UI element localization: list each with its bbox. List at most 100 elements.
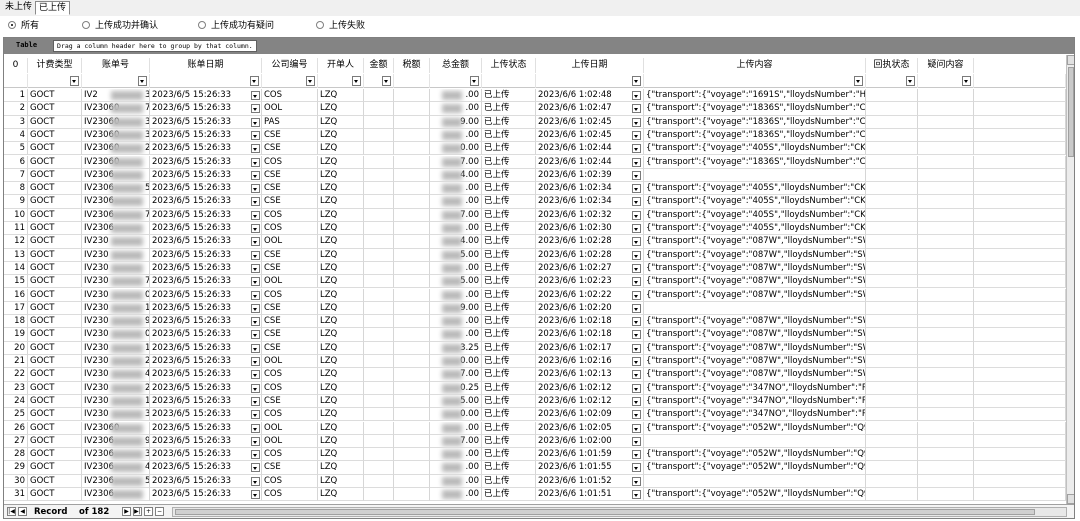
cell-empty[interactable]: [974, 195, 1066, 209]
cell-upload-date[interactable]: 2023/6/6 1:02:45: [536, 115, 644, 129]
cell-user[interactable]: LZQ: [318, 275, 364, 289]
table-row[interactable]: 17 GOCT IV230 1 2023/6/5 15:26:33 CSE LZQ 9.00 已…: [4, 301, 1066, 316]
cell-empty[interactable]: [974, 155, 1066, 169]
cell-total[interactable]: .00: [430, 195, 482, 209]
column-header[interactable]: 疑问内容: [918, 58, 974, 73]
column-header[interactable]: 金额: [364, 58, 394, 73]
cell-content[interactable]: {"transport":{"voyage":"052W","lloydsNum…: [644, 448, 866, 462]
cell-empty[interactable]: [974, 381, 1066, 395]
cell-total[interactable]: 9.00: [430, 301, 482, 316]
chevron-down-icon[interactable]: [306, 76, 315, 86]
cell-bill[interactable]: IV2306: [82, 195, 150, 209]
cell-empty[interactable]: [364, 394, 394, 409]
cell-empty[interactable]: [918, 208, 974, 222]
cell-company[interactable]: CSE: [251, 328, 318, 342]
filter-cell[interactable]: [364, 74, 394, 88]
cell-total[interactable]: 5.00: [430, 275, 482, 289]
cell-empty[interactable]: [974, 341, 1066, 355]
scroll-up-icon[interactable]: [1067, 55, 1074, 65]
cell-empty[interactable]: [918, 408, 974, 422]
chevron-down-icon[interactable]: [251, 290, 260, 300]
table-row[interactable]: 12 GOCT IV230 2023/6/5 15:26:33 OOL LZQ 4.00 已上…: [4, 235, 1066, 249]
cell-upload-date[interactable]: 2023/6/6 1:02:00: [536, 434, 644, 449]
cell-empty[interactable]: [866, 261, 918, 276]
cell-type[interactable]: GOCT: [28, 261, 82, 276]
cell-total[interactable]: 7.00: [430, 208, 482, 222]
cell-bill[interactable]: IV230 0: [82, 288, 150, 302]
cell-status[interactable]: 已上传: [482, 421, 536, 435]
cell-date[interactable]: 2023/6/5 15:26:33: [150, 208, 262, 222]
cell-company[interactable]: CSE: [251, 128, 318, 143]
cell-upload-date[interactable]: 2023/6/6 1:02:30: [536, 222, 644, 236]
cell-empty[interactable]: [918, 421, 974, 435]
cell-status[interactable]: 已上传: [482, 195, 536, 209]
add-record-icon[interactable]: +: [144, 507, 153, 516]
cell-type[interactable]: GOCT: [28, 448, 82, 462]
cell-empty[interactable]: [394, 155, 430, 169]
table-row[interactable]: 22 GOCT IV230 4 2023/6/5 15:26:33 COS LZQ 7.00 已…: [4, 368, 1066, 382]
cell-content[interactable]: {"transport":{"voyage":"405S","lloydsNum…: [644, 222, 866, 236]
cell-content[interactable]: [644, 434, 866, 449]
chevron-down-icon[interactable]: [632, 263, 641, 273]
cell-content[interactable]: {"transport":{"voyage":"405S","lloydsNum…: [644, 208, 866, 222]
tab-not-uploaded[interactable]: 未上传: [2, 1, 35, 15]
cell-upload-date[interactable]: 2023/6/6 1:02:22: [536, 288, 644, 302]
cell-upload-date[interactable]: 2023/6/6 1:02:45: [536, 128, 644, 143]
chevron-down-icon[interactable]: [251, 250, 260, 260]
cell-empty[interactable]: [364, 89, 394, 103]
cell-empty[interactable]: [364, 155, 394, 169]
cell-user[interactable]: LZQ: [318, 102, 364, 116]
cell-content[interactable]: {"transport":{"voyage":"087W","lloydsNum…: [644, 288, 866, 302]
cell-type[interactable]: GOCT: [28, 288, 82, 302]
cell-status[interactable]: 已上传: [482, 102, 536, 116]
filter-failed-radio[interactable]: 上传失败: [316, 19, 365, 33]
cell-content[interactable]: {"transport":{"voyage":"405S","lloydsNum…: [644, 142, 866, 156]
chevron-down-icon[interactable]: [250, 76, 259, 86]
table-row[interactable]: 27 GOCT IV2306 9 2023/6/5 15:26:33 OOL LZQ 7.00…: [4, 434, 1066, 449]
cell-empty[interactable]: [918, 261, 974, 276]
cell-status[interactable]: 已上传: [482, 288, 536, 302]
cell-bill[interactable]: IV230 2: [82, 355, 150, 369]
cell-empty[interactable]: [364, 142, 394, 156]
cell-empty[interactable]: [394, 408, 430, 422]
delete-record-icon[interactable]: −: [155, 507, 164, 516]
column-header[interactable]: 账单日期: [150, 58, 262, 73]
cell-total[interactable]: 9.00: [430, 115, 482, 129]
cell-empty[interactable]: [866, 115, 918, 129]
chevron-down-icon[interactable]: [632, 476, 641, 486]
cell-user[interactable]: LZQ: [318, 328, 364, 342]
cell-user[interactable]: LZQ: [318, 434, 364, 449]
table-row[interactable]: 2 GOCT IV23060 7 2023/6/5 15:26:33 OOL LZQ .00 已…: [4, 102, 1066, 116]
cell-empty[interactable]: [364, 408, 394, 422]
cell-content[interactable]: {"transport":{"voyage":"1691S","lloydsNu…: [644, 89, 866, 103]
cell-empty[interactable]: [866, 355, 918, 369]
column-header[interactable]: 公司编号: [262, 58, 318, 73]
cell-n[interactable]: 2: [4, 102, 28, 116]
cell-status[interactable]: 已上传: [482, 488, 536, 502]
cell-total[interactable]: 0.00: [430, 142, 482, 156]
column-header[interactable]: 上传内容: [644, 58, 866, 73]
cell-status[interactable]: 已上传: [482, 461, 536, 475]
cell-user[interactable]: LZQ: [318, 288, 364, 302]
cell-empty[interactable]: [866, 301, 918, 316]
cell-empty[interactable]: [394, 341, 430, 355]
cell-type[interactable]: GOCT: [28, 155, 82, 169]
cell-content[interactable]: {"transport":{"voyage":"087W","lloydsNum…: [644, 368, 866, 382]
table-row[interactable]: 8 GOCT IV2306 5 2023/6/5 15:26:33 CSE LZQ .00 已上…: [4, 182, 1066, 196]
chevron-down-icon[interactable]: [251, 130, 260, 140]
table-row[interactable]: 5 GOCT IV23060 2 2023/6/5 15:26:33 CSE LZQ 0.00…: [4, 142, 1066, 156]
chevron-down-icon[interactable]: [632, 184, 641, 194]
table-row[interactable]: 6 GOCT IV23060 2023/6/5 15:26:33 COS LZQ 7.00 已…: [4, 155, 1066, 169]
chevron-down-icon[interactable]: [251, 357, 260, 366]
cell-status[interactable]: 已上传: [482, 394, 536, 409]
cell-status[interactable]: 已上传: [482, 381, 536, 395]
table-row[interactable]: 31 GOCT IV2306 2023/6/5 15:26:33 COS LZQ .00 已上…: [4, 488, 1066, 502]
column-header[interactable]: 上传日期: [536, 58, 644, 73]
cell-empty[interactable]: [364, 288, 394, 302]
table-row[interactable]: 28 GOCT IV2306 3 2023/6/5 15:26:33 COS LZQ .00 已…: [4, 448, 1066, 462]
first-record-icon[interactable]: |◀: [7, 507, 16, 516]
cell-empty[interactable]: [866, 394, 918, 409]
chevron-down-icon[interactable]: [632, 343, 641, 353]
filter-cell[interactable]: [918, 74, 974, 88]
cell-user[interactable]: LZQ: [318, 248, 364, 262]
